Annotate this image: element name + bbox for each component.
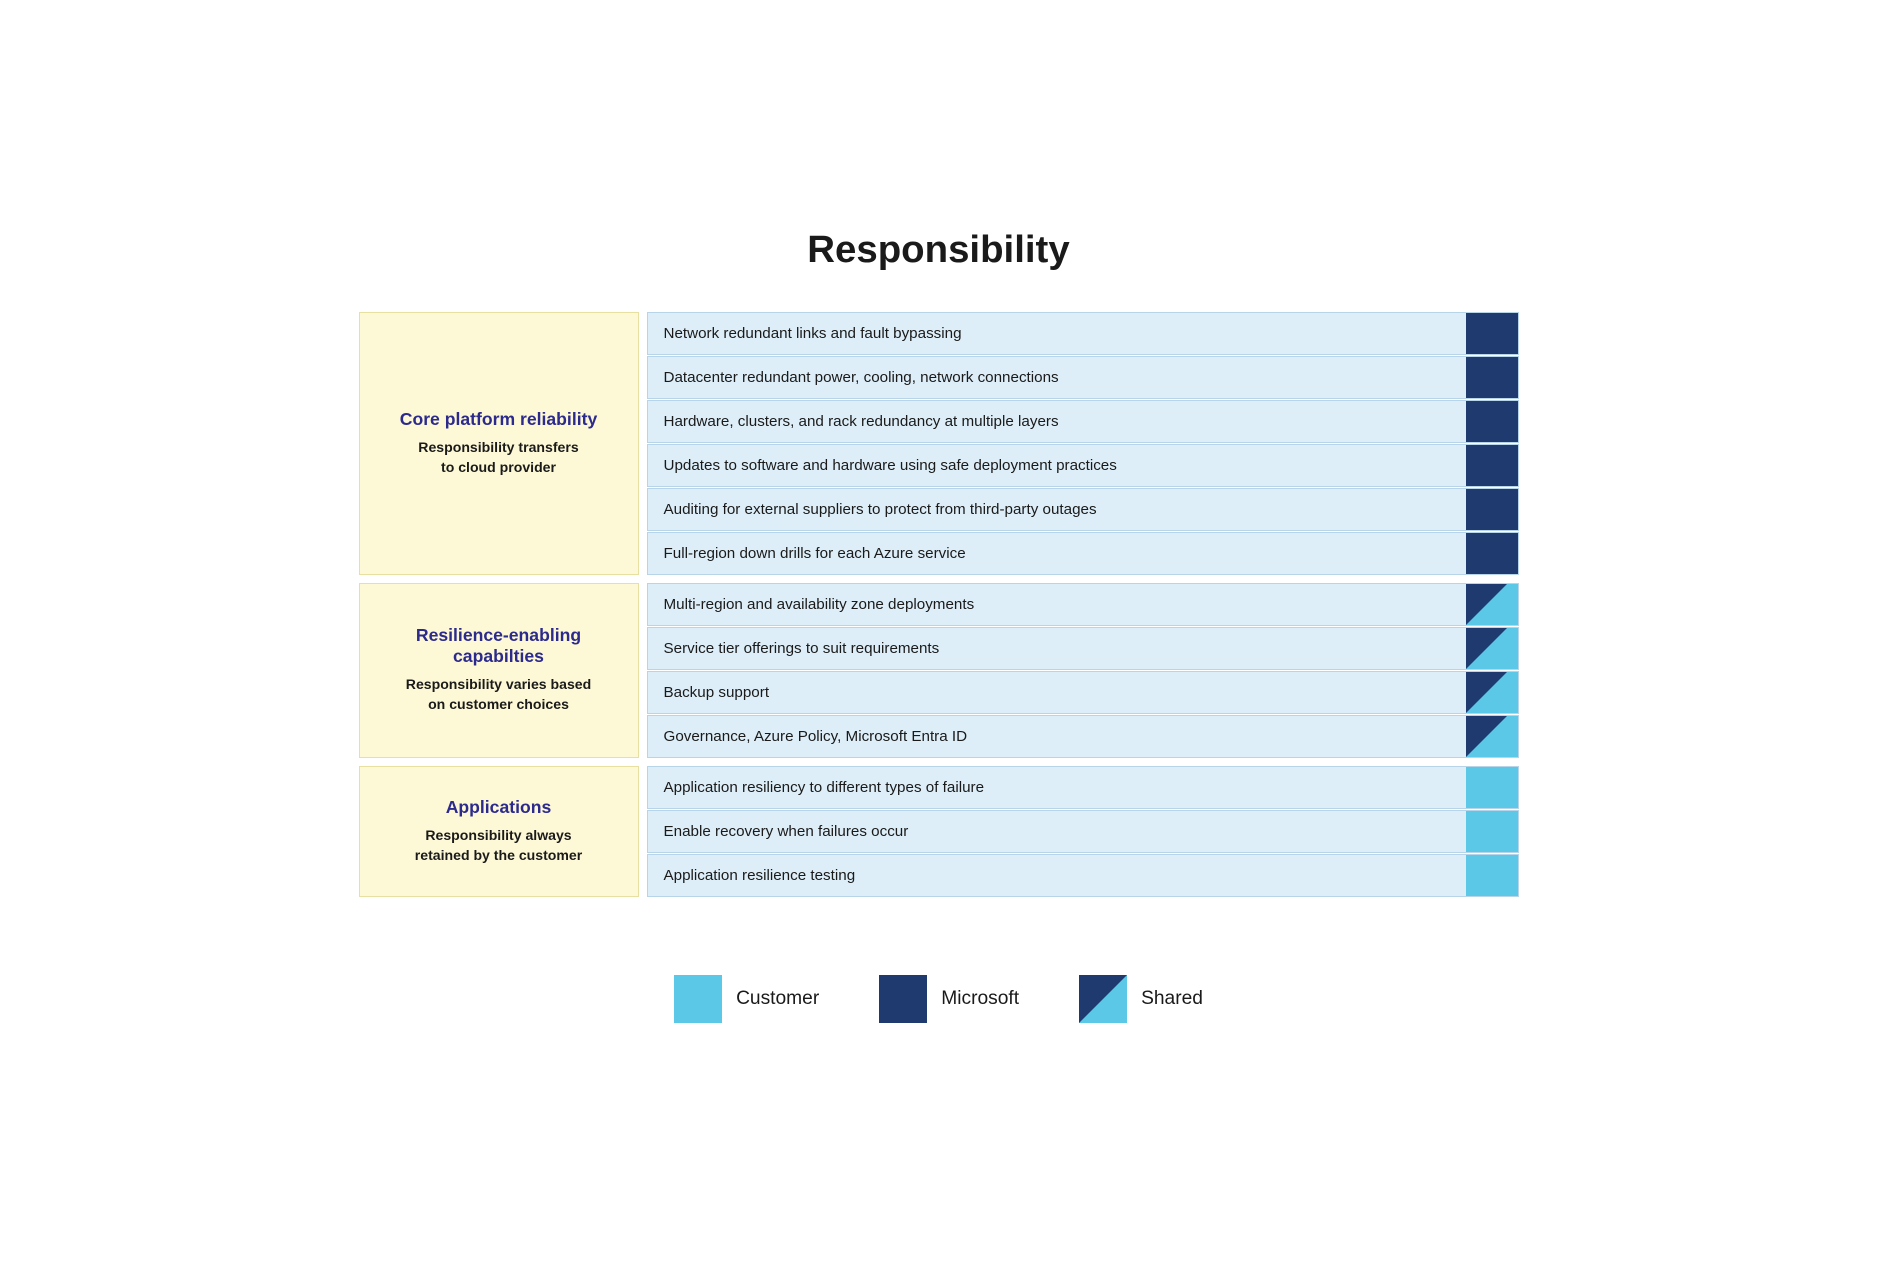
item-text: Governance, Azure Policy, Microsoft Entr…	[648, 716, 1466, 757]
item-text: Service tier offerings to suit requireme…	[648, 628, 1466, 669]
customer-icon	[1466, 767, 1518, 808]
customer-icon	[1466, 811, 1518, 852]
item-indicator-microsoft	[1466, 445, 1518, 486]
item-text: Application resiliency to different type…	[648, 767, 1466, 808]
item-row: Enable recovery when failures occur	[647, 810, 1519, 853]
section-items-core-platform: Network redundant links and fault bypass…	[647, 312, 1519, 575]
section-items-resilience-enabling: Multi-region and availability zone deplo…	[647, 583, 1519, 758]
item-row: Hardware, clusters, and rack redundancy …	[647, 400, 1519, 443]
item-indicator-microsoft	[1466, 401, 1518, 442]
legend-label-microsoft: Microsoft	[941, 988, 1019, 1010]
section-subtitle-applications: Responsibility always retained by the cu…	[415, 826, 582, 865]
item-text: Enable recovery when failures occur	[648, 811, 1466, 852]
item-indicator-shared	[1466, 672, 1518, 713]
microsoft-icon	[1466, 313, 1518, 354]
item-row: Service tier offerings to suit requireme…	[647, 627, 1519, 670]
item-row: Application resiliency to different type…	[647, 766, 1519, 809]
item-indicator-customer	[1466, 855, 1518, 896]
microsoft-icon	[1466, 445, 1518, 486]
item-text: Datacenter redundant power, cooling, net…	[648, 357, 1466, 398]
section-label-applications: Applications Responsibility always retain…	[359, 766, 639, 897]
microsoft-icon	[1466, 401, 1518, 442]
page-container: Responsibility Core platform reliability…	[339, 188, 1539, 1083]
main-content: Core platform reliability Responsibility …	[359, 312, 1519, 905]
item-text: Updates to software and hardware using s…	[648, 445, 1466, 486]
item-row: Governance, Azure Policy, Microsoft Entr…	[647, 715, 1519, 758]
legend-section: Customer Microsoft Shared	[359, 955, 1519, 1043]
section-subtitle-core-platform: Responsibility transfers to cloud provid…	[418, 438, 578, 477]
section-row-applications: Applications Responsibility always retain…	[359, 766, 1519, 897]
section-row-core-platform: Core platform reliability Responsibility …	[359, 312, 1519, 575]
section-subtitle-resilience-enabling: Responsibility varies based on customer …	[406, 675, 591, 714]
shared-icon	[1466, 628, 1518, 669]
legend-item-shared: Shared	[1079, 975, 1203, 1023]
legend-icon-microsoft	[879, 975, 927, 1023]
shared-icon	[1466, 716, 1518, 757]
item-indicator-customer	[1466, 767, 1518, 808]
section-title-applications: Applications	[446, 797, 552, 818]
item-text: Hardware, clusters, and rack redundancy …	[648, 401, 1466, 442]
item-indicator-shared	[1466, 716, 1518, 757]
section-items-applications: Application resiliency to different type…	[647, 766, 1519, 897]
item-row: Auditing for external suppliers to prote…	[647, 488, 1519, 531]
item-row: Multi-region and availability zone deplo…	[647, 583, 1519, 626]
item-text: Application resilience testing	[648, 855, 1466, 896]
item-indicator-shared	[1466, 628, 1518, 669]
legend-label-customer: Customer	[736, 988, 819, 1010]
item-indicator-microsoft	[1466, 357, 1518, 398]
section-label-resilience-enabling: Resilience-enabling capabilties Responsib…	[359, 583, 639, 758]
item-row: Updates to software and hardware using s…	[647, 444, 1519, 487]
section-title-core-platform: Core platform reliability	[400, 409, 597, 430]
microsoft-icon	[1466, 489, 1518, 530]
microsoft-icon	[1466, 357, 1518, 398]
item-row: Application resilience testing	[647, 854, 1519, 897]
legend-label-shared: Shared	[1141, 988, 1203, 1010]
page-title: Responsibility	[359, 228, 1519, 272]
item-text: Auditing for external suppliers to prote…	[648, 489, 1466, 530]
shared-icon	[1466, 584, 1518, 625]
legend-item-customer: Customer	[674, 975, 819, 1023]
item-text: Network redundant links and fault bypass…	[648, 313, 1466, 354]
item-text: Full-region down drills for each Azure s…	[648, 533, 1466, 574]
legend-icon-shared	[1079, 975, 1127, 1023]
item-indicator-customer	[1466, 811, 1518, 852]
section-row-resilience-enabling: Resilience-enabling capabilties Responsib…	[359, 583, 1519, 758]
microsoft-icon	[1466, 533, 1518, 574]
section-label-core-platform: Core platform reliability Responsibility …	[359, 312, 639, 575]
item-text: Backup support	[648, 672, 1466, 713]
customer-icon	[1466, 855, 1518, 896]
item-row: Backup support	[647, 671, 1519, 714]
item-text: Multi-region and availability zone deplo…	[648, 584, 1466, 625]
shared-icon	[1466, 672, 1518, 713]
item-row: Network redundant links and fault bypass…	[647, 312, 1519, 355]
item-row: Full-region down drills for each Azure s…	[647, 532, 1519, 575]
item-row: Datacenter redundant power, cooling, net…	[647, 356, 1519, 399]
item-indicator-microsoft	[1466, 533, 1518, 574]
section-title-resilience-enabling: Resilience-enabling capabilties	[376, 625, 622, 667]
item-indicator-microsoft	[1466, 313, 1518, 354]
item-indicator-microsoft	[1466, 489, 1518, 530]
legend-icon-customer	[674, 975, 722, 1023]
legend-item-microsoft: Microsoft	[879, 975, 1019, 1023]
item-indicator-shared	[1466, 584, 1518, 625]
